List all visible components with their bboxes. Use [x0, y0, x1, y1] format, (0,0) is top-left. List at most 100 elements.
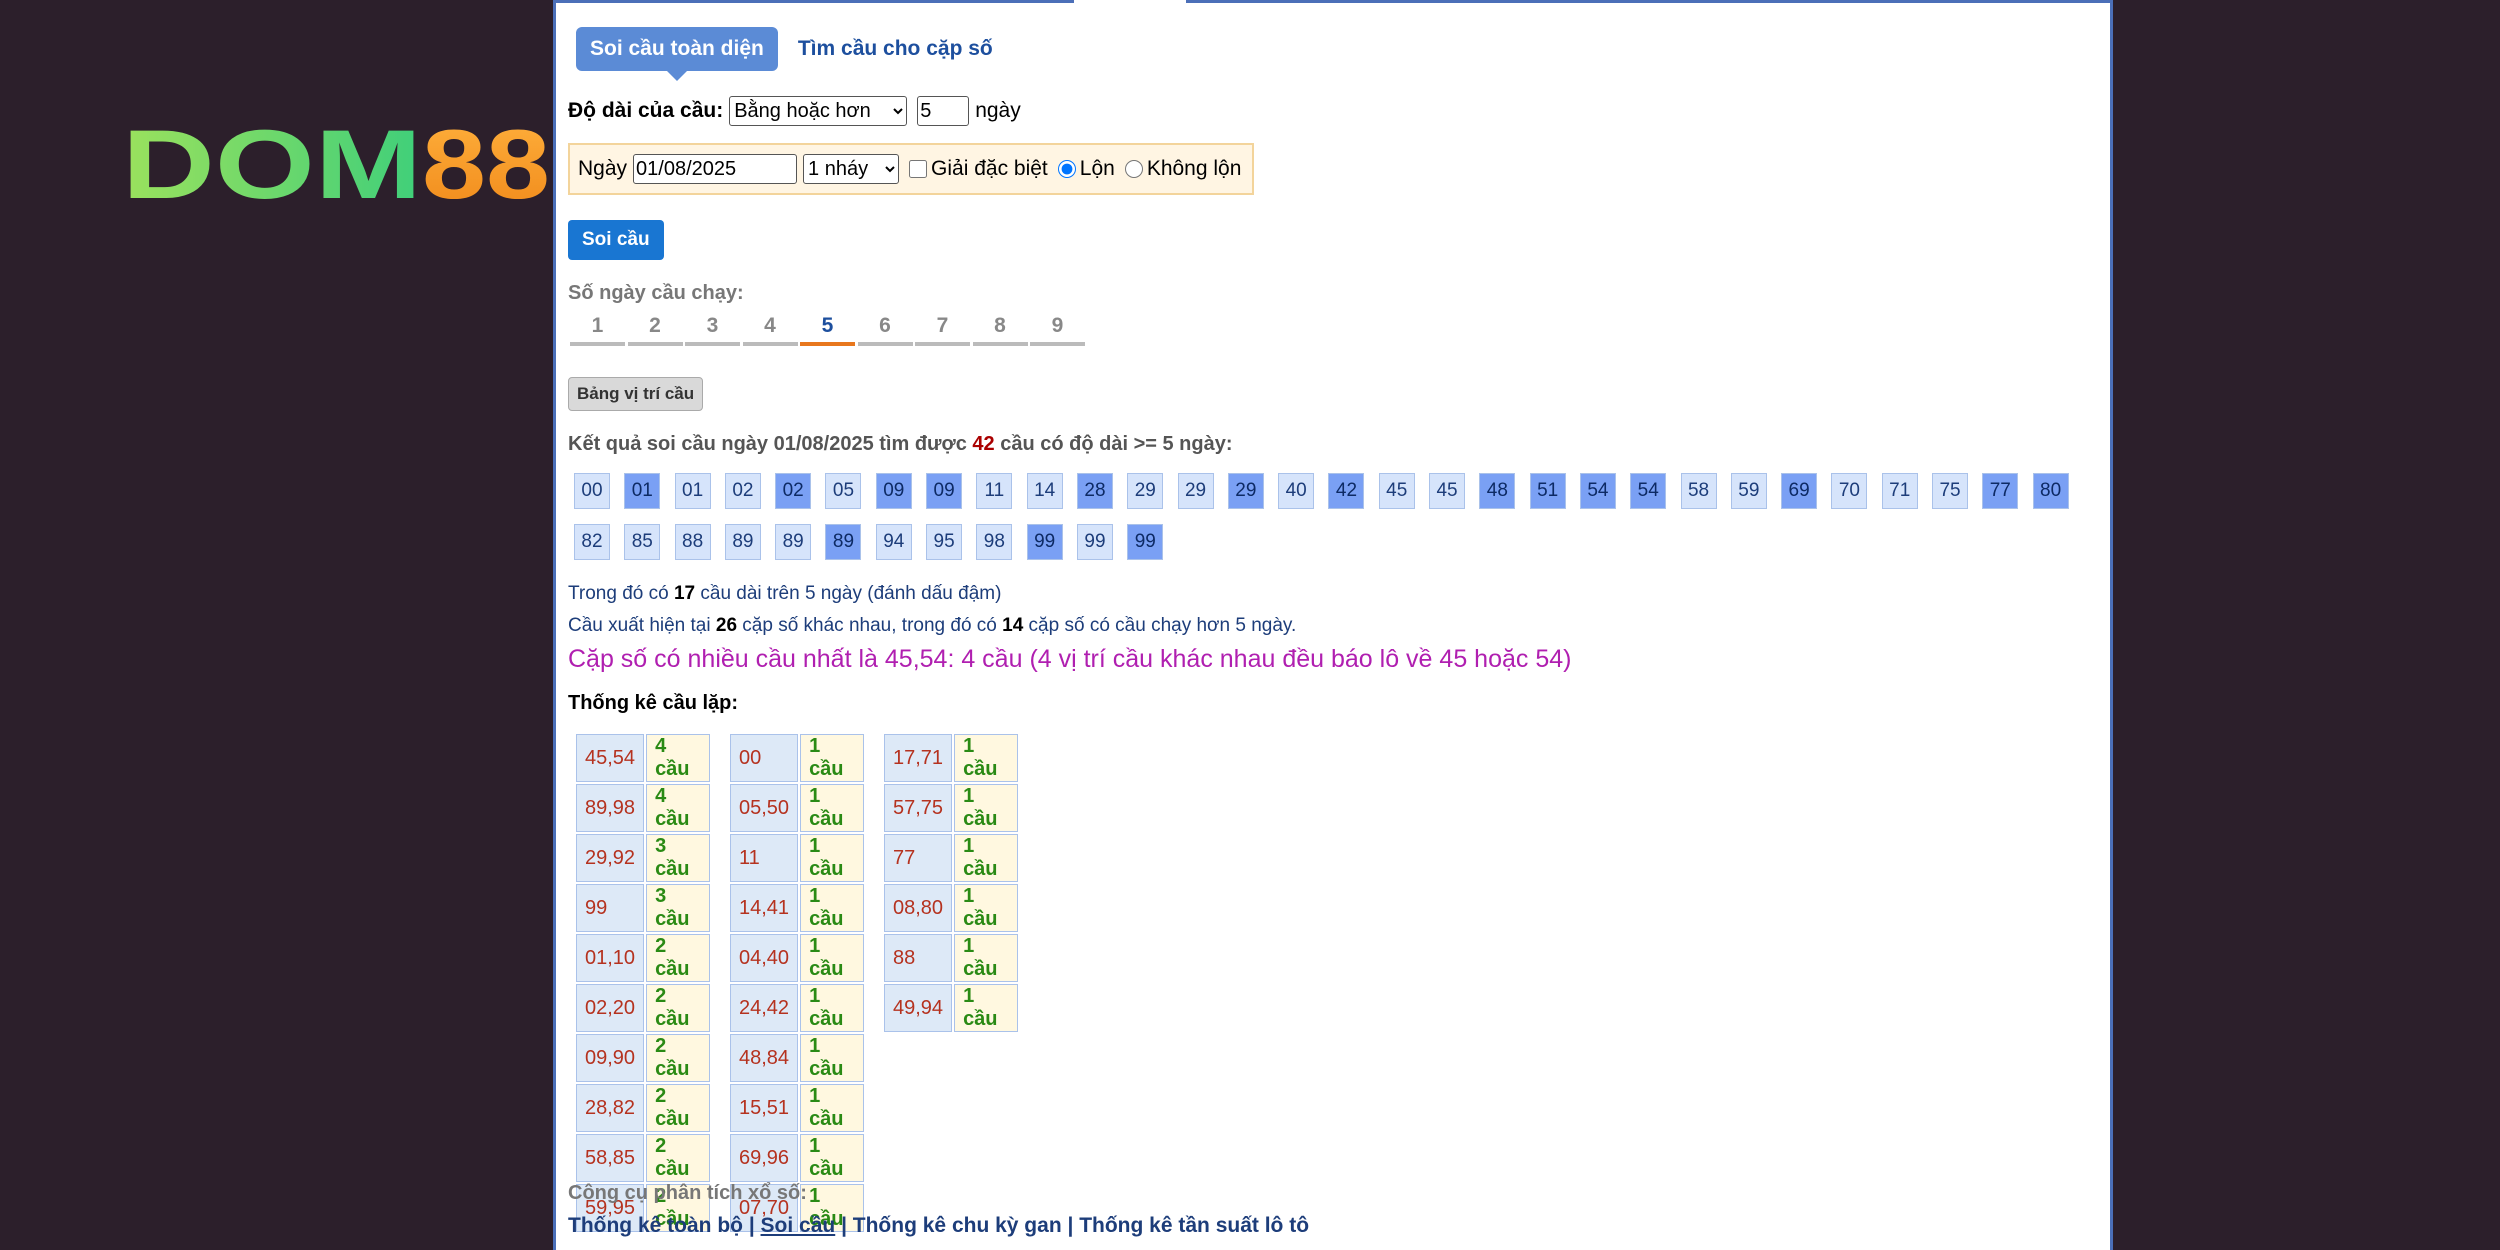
reverse-radio[interactable] [1057, 160, 1076, 178]
jump-select[interactable]: 1 nháy [803, 154, 900, 184]
position-table-button[interactable]: Bảng vị trí cầu [568, 377, 704, 411]
day-option-4[interactable]: 4 [742, 314, 798, 346]
pair-chip[interactable]: 89 [775, 524, 812, 560]
pair-chip[interactable]: 28 [1076, 473, 1113, 509]
pair-chip[interactable]: 29 [1177, 473, 1214, 509]
day-option-7[interactable]: 7 [915, 314, 970, 346]
pair-chip[interactable]: 02 [775, 473, 812, 509]
day-option-3[interactable]: 3 [685, 314, 740, 346]
pair-chip[interactable]: 95 [926, 524, 963, 560]
pair-chip[interactable]: 71 [1881, 473, 1918, 509]
pair-chip[interactable]: 82 [574, 524, 610, 560]
special-prize-checkbox[interactable] [909, 160, 928, 178]
day-option-6[interactable]: 6 [857, 314, 913, 346]
stats-row: 24,42 1 cầu [730, 984, 865, 1032]
pair-chip[interactable]: 40 [1278, 473, 1315, 509]
pair-chip[interactable]: 77 [1982, 473, 2019, 509]
stats-row: 69,96 1 cầu [730, 1134, 865, 1182]
pair-chip[interactable]: 29 [1227, 473, 1264, 509]
pair-chip[interactable]: 99 [1026, 524, 1063, 560]
footer-links: Thống kê toàn bộ | Soi cầu | Thống kê ch… [568, 1214, 1309, 1238]
stats-pair: 14,41 [730, 884, 799, 932]
pair-chip[interactable]: 58 [1680, 473, 1717, 509]
pair-chip[interactable]: 29 [1127, 473, 1164, 509]
pair-chip[interactable]: 51 [1529, 473, 1566, 509]
pair-chip[interactable]: 94 [875, 524, 912, 560]
pair-chip[interactable]: 80 [2032, 473, 2069, 509]
stats-pair: 24,42 [730, 984, 799, 1032]
top-pair-highlight: Cặp số có nhiều cầu nhất là 45,54: 4 cầu… [568, 645, 1572, 673]
pair-chip[interactable]: 05 [825, 473, 862, 509]
footer-link[interactable]: Thống kê chu kỳ gan [853, 1214, 1062, 1237]
stats-pair: 17,71 [884, 734, 953, 782]
note2-text-e: cặp số có cầu chạy hơn 5 ngày. [1023, 615, 1297, 636]
pair-chip[interactable]: 01 [624, 473, 661, 509]
pair-chip[interactable]: 09 [875, 473, 912, 509]
day-option-2[interactable]: 2 [627, 314, 683, 346]
length-row: Độ dài của cầu: Bằng hoặc hơn ngày [568, 96, 1021, 126]
pair-chip[interactable]: 01 [674, 473, 711, 509]
stats-count: 1 cầu [800, 834, 865, 882]
pairs-row-2: 82 85 88 89 89 89 94 95 98 99 99 99 [574, 524, 2114, 560]
pair-chip[interactable]: 75 [1932, 473, 1969, 509]
footer-link[interactable]: Thống kê toàn bộ [568, 1214, 743, 1237]
stats-count: 1 cầu [800, 934, 865, 982]
stats-count: 1 cầu [954, 984, 1019, 1032]
footer-link[interactable]: Thống kê tần suất lô tô [1079, 1214, 1309, 1237]
stats-count: 1 cầu [800, 784, 865, 832]
stats-pair: 49,94 [884, 984, 953, 1032]
stats-row: 45,54 4 cầu [576, 734, 711, 782]
date-input[interactable] [633, 154, 798, 184]
pair-chip[interactable]: 85 [624, 524, 661, 560]
pair-chip[interactable]: 69 [1781, 473, 1818, 509]
result-title: Kết quả soi cầu ngày 01/08/2025 tìm được… [568, 433, 1233, 456]
pair-chip[interactable]: 98 [976, 524, 1013, 560]
day-option-9[interactable]: 9 [1030, 314, 1085, 346]
pair-chip[interactable]: 89 [825, 524, 862, 560]
length-select[interactable]: Bằng hoặc hơn [729, 96, 908, 126]
stats-count: 2 cầu [646, 934, 711, 982]
tab-tim-cau-cap-so[interactable]: Tìm cầu cho cặp số [798, 37, 993, 61]
stats-pair: 05,50 [730, 784, 799, 832]
soi-cau-button[interactable]: Soi cầu [568, 220, 664, 260]
footer-link[interactable]: Soi cầu [761, 1214, 836, 1237]
pair-chip[interactable]: 00 [574, 473, 610, 509]
pair-chip[interactable]: 54 [1630, 473, 1667, 509]
day-option-8[interactable]: 8 [972, 314, 1028, 346]
pair-chip[interactable]: 59 [1730, 473, 1767, 509]
footer-title: Công cụ phân tích xổ số: [568, 1182, 807, 1204]
pair-chip[interactable]: 45 [1429, 473, 1466, 509]
days-title: Số ngày cầu chạy: [568, 282, 744, 304]
length-input[interactable] [917, 96, 970, 126]
pair-chip[interactable]: 02 [724, 473, 761, 509]
pair-chip[interactable]: 48 [1479, 473, 1516, 509]
tab-soi-cau-toan-dien[interactable]: Soi cầu toàn diện [576, 27, 778, 81]
stats-count: 1 cầu [800, 734, 865, 782]
pair-chip[interactable]: 99 [1076, 524, 1113, 560]
stats-count: 4 cầu [646, 734, 711, 782]
note1-count: 17 [673, 583, 696, 604]
stats-pair: 69,96 [730, 1134, 799, 1182]
day-option-5[interactable]: 5 [800, 314, 855, 346]
stats-pair: 15,51 [730, 1084, 799, 1132]
pair-chip[interactable]: 09 [926, 473, 963, 509]
pair-chip[interactable]: 42 [1328, 473, 1365, 509]
pair-chip[interactable]: 45 [1378, 473, 1415, 509]
pair-chip[interactable]: 11 [976, 473, 1013, 509]
date-label: Ngày [578, 157, 628, 180]
pair-chip[interactable]: 89 [724, 524, 761, 560]
footer-separator: | [1061, 1214, 1080, 1237]
stats-count: 1 cầu [800, 884, 865, 932]
stats-pair: 77 [884, 834, 953, 882]
pair-chip[interactable]: 14 [1026, 473, 1063, 509]
pair-chip[interactable]: 88 [674, 524, 711, 560]
no-reverse-radio[interactable] [1124, 160, 1143, 178]
pair-chip[interactable]: 99 [1127, 524, 1164, 560]
pair-chip[interactable]: 70 [1831, 473, 1868, 509]
pair-chip[interactable]: 54 [1579, 473, 1616, 509]
footer-separator: | [835, 1214, 853, 1237]
special-prize-label: Giải đặc biệt [931, 157, 1048, 180]
day-option-1[interactable]: 1 [570, 314, 625, 346]
stats-table-1: 45,54 4 cầu 89,98 4 cầu 29,92 3 cầu 99 3 cầu 01,… [574, 732, 712, 1234]
top-border-left [556, 0, 1074, 3]
